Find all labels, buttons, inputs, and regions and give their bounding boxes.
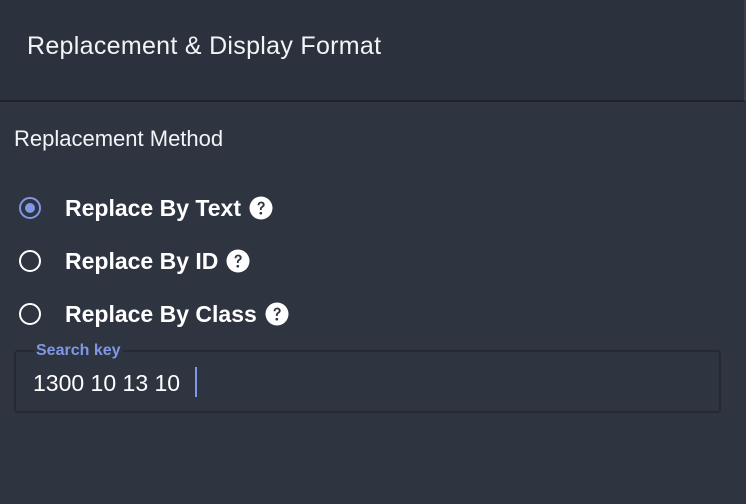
radio-button-replace-by-id[interactable] [19, 250, 41, 272]
question-circle-icon[interactable] [226, 249, 250, 273]
search-key-label: Search key [34, 342, 123, 360]
radio-option-replace-by-text[interactable]: Replace By Text [19, 193, 273, 223]
panel-header: Replacement & Display Format [0, 0, 746, 102]
text-cursor [195, 367, 197, 397]
replacement-method-heading: Replacement Method [14, 126, 224, 151]
radio-label-replace-by-id[interactable]: Replace By ID [65, 248, 218, 275]
radio-button-replace-by-text[interactable] [19, 197, 41, 219]
panel-title: Replacement & Display Format [27, 32, 382, 60]
question-circle-icon[interactable] [265, 302, 289, 326]
radio-label-replace-by-class[interactable]: Replace By Class [65, 301, 257, 328]
radio-option-replace-by-class[interactable]: Replace By Class [19, 299, 289, 329]
search-key-input[interactable] [33, 368, 703, 398]
radio-label-replace-by-text[interactable]: Replace By Text [65, 195, 241, 222]
radio-option-replace-by-id[interactable]: Replace By ID [19, 246, 250, 276]
radio-button-replace-by-class[interactable] [19, 303, 41, 325]
question-circle-icon[interactable] [249, 196, 273, 220]
